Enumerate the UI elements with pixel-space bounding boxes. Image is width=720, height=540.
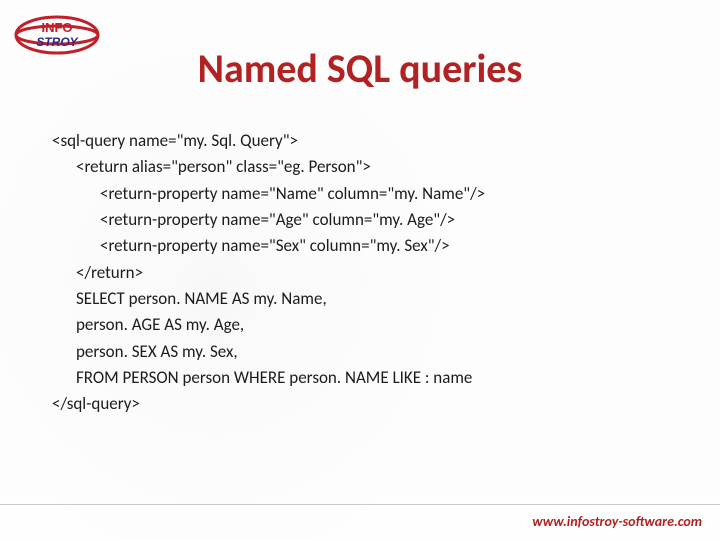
code-line: FROM PERSON person WHERE person. NAME LI…	[52, 365, 680, 391]
code-line: <sql-query name="my. Sql. Query">	[52, 128, 680, 154]
code-line: <return-property name="Sex" column="my. …	[52, 233, 680, 259]
code-line: SELECT person. NAME AS my. Name,	[52, 286, 680, 312]
footer-url: www.infostroy-software.com	[532, 513, 702, 530]
logo-top-text: INFO	[41, 20, 72, 35]
code-line: <return alias="person" class="eg. Person…	[52, 154, 680, 180]
slide-title: Named SQL queries	[0, 44, 720, 93]
code-block: <sql-query name="my. Sql. Query"> <retur…	[52, 128, 680, 418]
footer-divider	[0, 504, 720, 505]
code-line: </sql-query>	[52, 391, 680, 417]
code-line: person. SEX AS my. Sex,	[52, 339, 680, 365]
code-line: <return-property name="Age" column="my. …	[52, 207, 680, 233]
code-line: person. AGE AS my. Age,	[52, 312, 680, 338]
code-line: <return-property name="Name" column="my.…	[52, 181, 680, 207]
code-line: </return>	[52, 260, 680, 286]
slide: INFO STROY Named SQL queries <sql-query …	[0, 0, 720, 540]
